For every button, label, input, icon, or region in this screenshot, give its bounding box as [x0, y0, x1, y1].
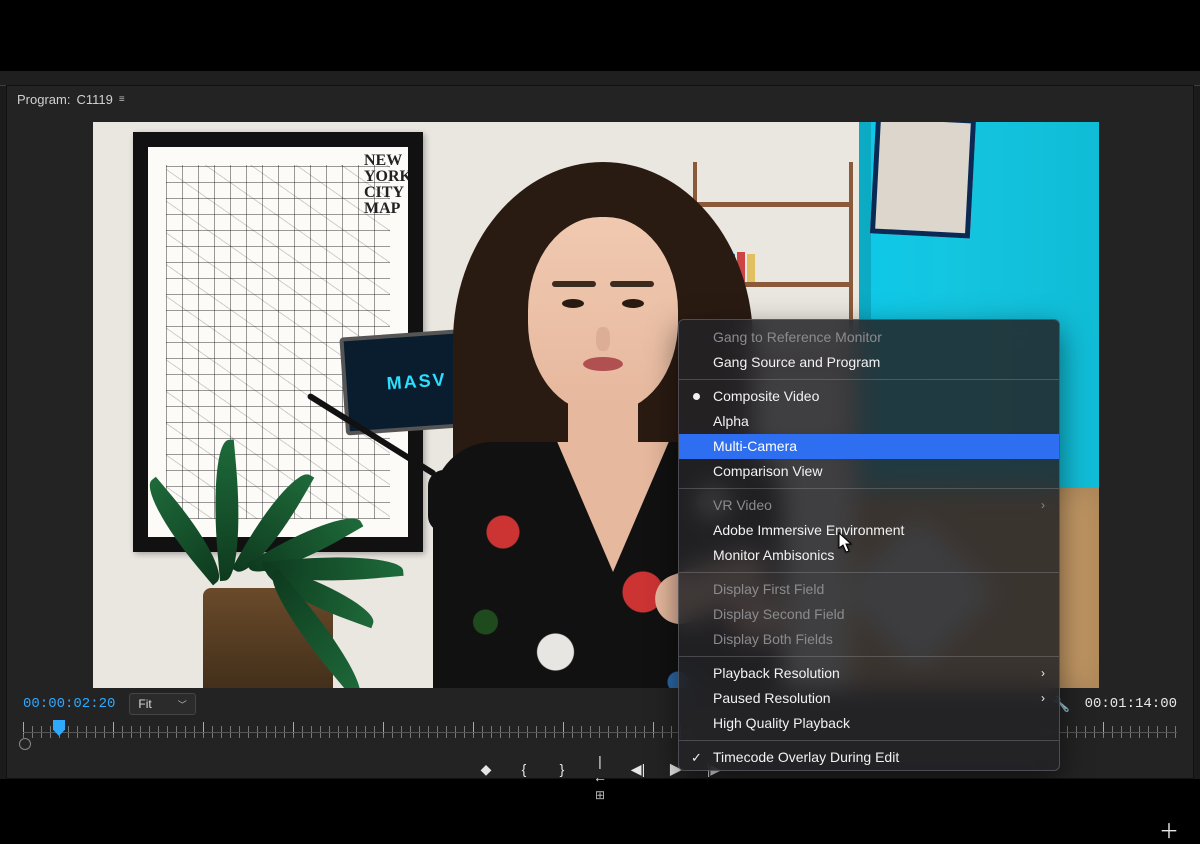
program-monitor-context-menu[interactable]: Gang to Reference Monitor Gang Source and… — [678, 319, 1060, 771]
mouse-cursor-icon — [838, 532, 854, 554]
menu-item-label: Display First Field — [713, 581, 824, 597]
menu-item-vr-video: VR Video › — [679, 493, 1059, 518]
menu-item-label: Monitor Ambisonics — [713, 547, 834, 563]
mark-out-button[interactable]: } — [554, 761, 570, 777]
menu-item-timecode-overlay-during-edit[interactable]: ✓ Timecode Overlay During Edit — [679, 745, 1059, 770]
panel-menu-icon[interactable]: ≡ — [119, 94, 125, 105]
menu-item-high-quality-playback[interactable]: High Quality Playback — [679, 711, 1059, 736]
menu-item-display-first-field: Display First Field — [679, 577, 1059, 602]
menu-item-label: Gang to Reference Monitor — [713, 329, 882, 345]
zoom-level-dropdown[interactable]: Fit ﹀ — [129, 693, 195, 715]
go-to-in-button[interactable]: |← — [592, 753, 608, 785]
menu-item-label: Adobe Immersive Environment — [713, 522, 904, 538]
zoom-scroll-handle[interactable] — [19, 738, 31, 750]
button-editor-plus-icon[interactable]: ＋ — [1159, 815, 1179, 844]
menu-separator — [679, 740, 1059, 741]
panel-title-prefix: Program: — [17, 92, 70, 107]
duration-timecode: 00:01:14:00 — [1085, 696, 1177, 712]
menu-item-label: Comparison View — [713, 463, 822, 479]
menu-item-label: VR Video — [713, 497, 772, 513]
current-timecode[interactable]: 00:00:02:20 — [23, 696, 115, 712]
menu-item-label: Alpha — [713, 413, 749, 429]
comparison-view-toggle-icon[interactable]: ⊞ — [595, 788, 605, 802]
step-back-button[interactable]: ◀| — [630, 761, 646, 778]
panel-header[interactable]: Program: C1119 ≡ — [7, 86, 1193, 110]
menu-item-label: Timecode Overlay During Edit — [713, 749, 899, 765]
app-top-divider — [0, 71, 1200, 86]
menu-separator — [679, 572, 1059, 573]
menu-item-playback-resolution[interactable]: Playback Resolution › — [679, 661, 1059, 686]
menu-item-gang-to-reference-monitor: Gang to Reference Monitor — [679, 325, 1059, 350]
menu-item-label: Display Both Fields — [713, 631, 833, 647]
zoom-level-label: Fit — [138, 697, 151, 711]
menu-item-label: Paused Resolution — [713, 690, 831, 706]
menu-item-label: Composite Video — [713, 388, 819, 404]
menu-item-display-both-fields: Display Both Fields — [679, 627, 1059, 652]
menu-separator — [679, 379, 1059, 380]
add-marker-button[interactable]: ◆ — [478, 761, 494, 778]
menu-item-multi-camera[interactable]: Multi-Camera — [679, 434, 1059, 459]
letterbox-top — [0, 0, 1200, 71]
menu-item-composite-video[interactable]: Composite Video — [679, 384, 1059, 409]
menu-item-label: High Quality Playback — [713, 715, 850, 731]
menu-item-display-second-field: Display Second Field — [679, 602, 1059, 627]
submenu-arrow-icon: › — [1041, 686, 1045, 711]
menu-item-comparison-view[interactable]: Comparison View — [679, 459, 1059, 484]
menu-item-paused-resolution[interactable]: Paused Resolution › — [679, 686, 1059, 711]
menu-item-gang-source-and-program[interactable]: Gang Source and Program — [679, 350, 1059, 375]
menu-item-adobe-immersive-environment[interactable]: Adobe Immersive Environment — [679, 518, 1059, 543]
menu-item-label: Gang Source and Program — [713, 354, 880, 370]
menu-item-label: Playback Resolution — [713, 665, 840, 681]
menu-item-alpha[interactable]: Alpha — [679, 409, 1059, 434]
radio-dot-icon — [693, 393, 700, 400]
menu-item-monitor-ambisonics[interactable]: Monitor Ambisonics — [679, 543, 1059, 568]
program-monitor-app: Program: C1119 ≡ — [0, 71, 1200, 779]
menu-item-label: Multi-Camera — [713, 438, 797, 454]
submenu-arrow-icon: › — [1041, 493, 1045, 518]
menu-separator — [679, 656, 1059, 657]
mark-in-button[interactable]: { — [516, 761, 532, 777]
panel-sequence-name: C1119 — [76, 92, 112, 107]
menu-item-label: Display Second Field — [713, 606, 845, 622]
menu-separator — [679, 488, 1059, 489]
chevron-down-icon: ﹀ — [178, 698, 187, 711]
checkmark-icon: ✓ — [691, 745, 702, 770]
submenu-arrow-icon: › — [1041, 661, 1045, 686]
